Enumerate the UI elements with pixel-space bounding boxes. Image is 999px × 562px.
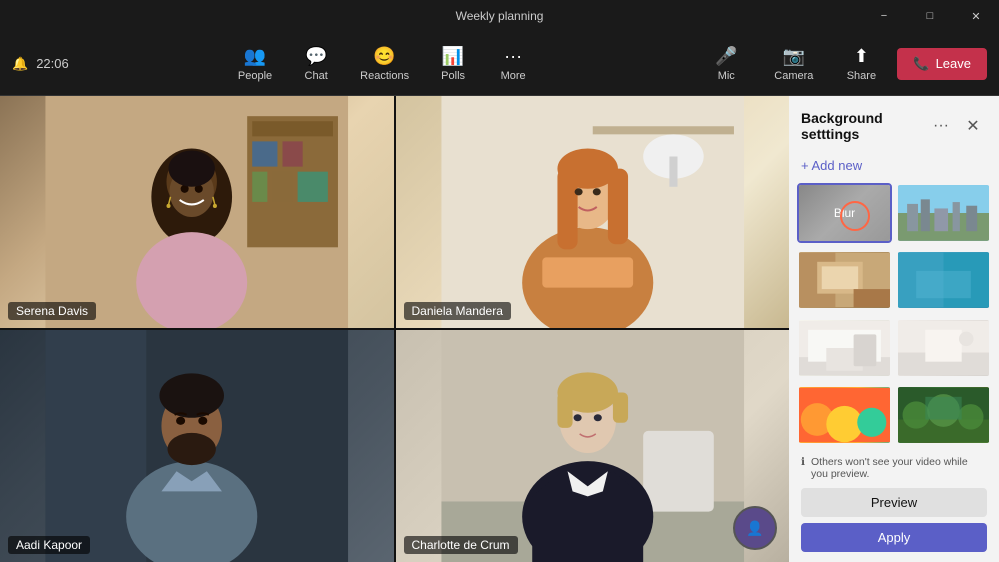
info-text: Others won't see your video while you pr… — [811, 456, 987, 480]
polls-label: Polls — [441, 70, 465, 82]
toolbar-polls[interactable]: 📊 Polls — [425, 40, 481, 88]
window-controls: − □ ✕ — [861, 0, 999, 32]
notification-icon: 🔔 — [12, 56, 28, 72]
panel-footer: ℹ Others won't see your video while you … — [789, 448, 999, 562]
people-label: People — [238, 70, 272, 82]
info-icon: ℹ — [801, 456, 805, 468]
garden-preview — [898, 387, 989, 443]
toolbar-center: 👥 People 💬 Chat 😊 Reactions 📊 Polls ··· … — [69, 40, 699, 88]
name-tag-charlotte: Charlotte de Crum — [404, 536, 518, 554]
blur-preview: Blur — [799, 185, 890, 241]
polls-icon: 📊 — [442, 46, 464, 67]
panel-header: Background setttings ··· ✕ — [789, 96, 999, 152]
bg-option-garden[interactable] — [896, 385, 991, 445]
toolbar-left: 🔔 22:06 — [12, 56, 69, 72]
panel-title: Background setttings — [801, 110, 927, 142]
toolbar-more[interactable]: ··· More — [485, 40, 541, 88]
leave-button[interactable]: 📞 Leave — [897, 48, 987, 80]
self-avatar-initials: 👤 — [746, 520, 763, 537]
main-content: Serena Davis — [0, 96, 999, 562]
name-tag-serena: Serena Davis — [8, 302, 96, 320]
window-title: Weekly planning — [456, 9, 544, 23]
serena-video — [0, 96, 394, 328]
video-cell-aadi: Aadi Kapoor — [0, 330, 394, 562]
leave-label: Leave — [936, 56, 971, 71]
add-new-label: + Add new — [801, 158, 862, 173]
background-grid: Blur — [789, 183, 999, 448]
more-icon: ··· — [504, 46, 522, 67]
add-new-button[interactable]: + Add new — [789, 152, 999, 183]
toolbar-people[interactable]: 👥 People — [226, 40, 284, 88]
bg-option-white-room[interactable] — [797, 318, 892, 378]
toolbar-share[interactable]: ⬆ Share — [833, 40, 889, 88]
info-row: ℹ Others won't see your video while you … — [801, 456, 987, 480]
panel-header-icons: ··· ✕ — [927, 112, 987, 140]
colorful-preview — [799, 387, 890, 443]
close-button[interactable]: ✕ — [953, 0, 999, 32]
toolbar-camera[interactable]: 📷 Camera — [762, 40, 825, 88]
reactions-label: Reactions — [360, 70, 409, 82]
toolbar-right: 🎤 Mic 📷 Camera ⬆ Share 📞 Leave — [698, 40, 987, 88]
share-icon: ⬆ — [854, 46, 869, 67]
minimize-button[interactable]: − — [861, 0, 907, 32]
video-cell-serena: Serena Davis — [0, 96, 394, 328]
people-icon: 👥 — [244, 46, 266, 67]
toolbar-chat[interactable]: 💬 Chat — [288, 40, 344, 88]
video-cell-charlotte: Charlotte de Crum 👤 — [396, 330, 790, 562]
video-grid: Serena Davis — [0, 96, 789, 562]
name-tag-daniela: Daniela Mandera — [404, 302, 511, 320]
bg-option-blur[interactable]: Blur — [797, 183, 892, 243]
office1-preview — [799, 252, 890, 308]
cursor-indicator — [840, 201, 870, 231]
preview-button[interactable]: Preview — [801, 488, 987, 517]
toolbar: 🔔 22:06 👥 People 💬 Chat 😊 Reactions 📊 Po… — [0, 32, 999, 96]
share-label: Share — [847, 70, 876, 82]
video-cell-daniela: Daniela Mandera — [396, 96, 790, 328]
charlotte-video — [396, 330, 790, 562]
time-display: 22:06 — [36, 56, 69, 71]
minimalist-preview — [898, 320, 989, 376]
bg-option-city[interactable] — [896, 183, 991, 243]
more-label: More — [501, 70, 526, 82]
bg-option-office2[interactable] — [896, 250, 991, 310]
chat-icon: 💬 — [305, 46, 327, 67]
panel-more-button[interactable]: ··· — [927, 112, 955, 140]
apply-button[interactable]: Apply — [801, 523, 987, 552]
mic-icon: 🎤 — [715, 46, 737, 67]
bg-option-minimalist[interactable] — [896, 318, 991, 378]
camera-label: Camera — [774, 70, 813, 82]
white-room-preview — [799, 320, 890, 376]
bg-option-office1[interactable] — [797, 250, 892, 310]
daniela-video — [396, 96, 790, 328]
office2-preview — [898, 252, 989, 308]
aadi-video — [0, 330, 394, 562]
camera-icon: 📷 — [783, 46, 805, 67]
maximize-button[interactable]: □ — [907, 0, 953, 32]
city-preview — [898, 185, 989, 241]
toolbar-reactions[interactable]: 😊 Reactions — [348, 40, 421, 88]
reactions-icon: 😊 — [373, 46, 395, 67]
toolbar-mic[interactable]: 🎤 Mic — [698, 40, 754, 88]
bg-option-colorful[interactable] — [797, 385, 892, 445]
background-settings-panel: Background setttings ··· ✕ + Add new Blu… — [789, 96, 999, 562]
title-bar: Weekly planning − □ ✕ — [0, 0, 999, 32]
mic-label: Mic — [718, 70, 735, 82]
leave-phone-icon: 📞 — [913, 56, 929, 72]
panel-close-button[interactable]: ✕ — [959, 112, 987, 140]
name-tag-aadi: Aadi Kapoor — [8, 536, 90, 554]
chat-label: Chat — [305, 70, 328, 82]
self-avatar: 👤 — [733, 506, 777, 550]
